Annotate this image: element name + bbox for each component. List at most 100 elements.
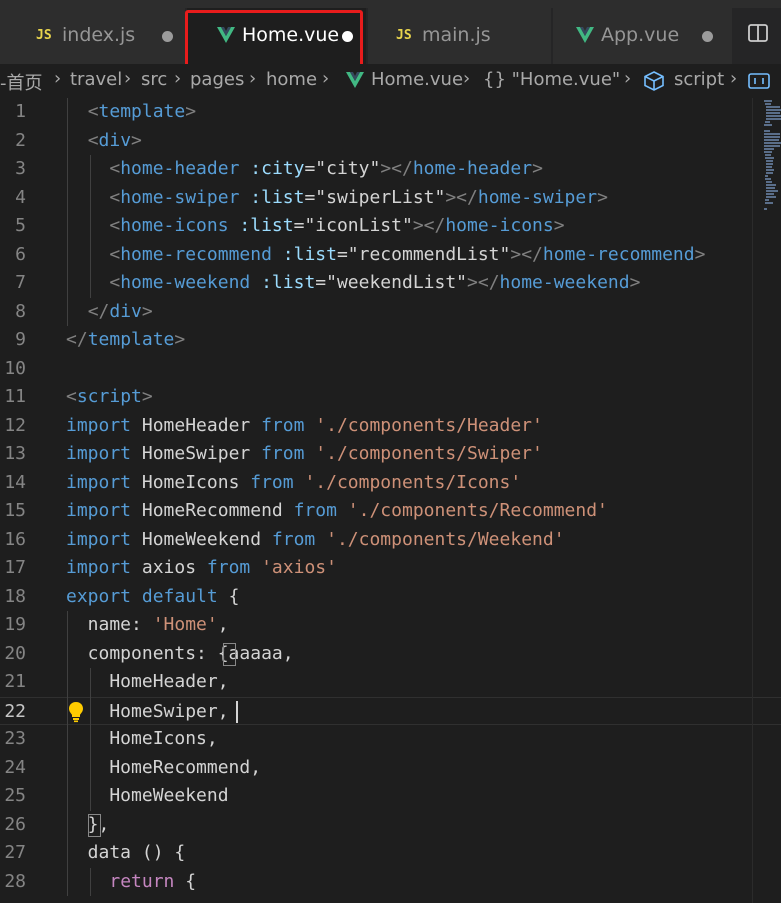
line-number: 26 [4,813,26,835]
code-token: return [109,870,175,892]
breadcrumb-item[interactable]: src [141,69,167,90]
code-line[interactable]: 25 HomeWeekend [0,782,781,811]
code-line[interactable]: 7 <home-weekend :list="weekendList"></ho… [0,269,781,298]
code-token: from [293,500,337,521]
code-line[interactable]: 16 import HomeWeekend from './components/… [0,526,781,555]
code-token: < [109,186,121,208]
code-token: > [141,386,153,407]
code-line[interactable]: 1 <template> [0,98,781,127]
lightbulb-icon[interactable] [68,701,84,728]
code-text: <home-header :city="city"></home-header> [66,158,543,179]
code-line[interactable]: 8 </div> [0,298,781,327]
code-line[interactable]: 6 <home-recommend :list="recommendList">… [0,241,781,270]
code-token: home-weekend [120,272,251,293]
line-number: 7 [15,272,26,293]
code-line[interactable]: 5 <home-icons :list="iconList"></home-ic… [0,212,781,241]
code-token: home-weekend [499,272,630,293]
line-number: 22 [4,700,26,722]
line-number: 25 [4,785,26,806]
code-token: home-header [120,158,240,179]
indent-guide [67,98,68,326]
code-text: <script> [66,386,153,407]
breadcrumb-item[interactable]: home [266,69,317,90]
chevron-right-icon: › [463,68,471,89]
code-line[interactable]: 2 <div> [0,127,781,156]
code-line[interactable]: 14 import HomeIcons from './components/Ic… [0,469,781,498]
unsaved-dot-icon[interactable] [702,31,713,42]
split-editor-icon[interactable] [748,24,768,42]
line-number: 9 [15,329,26,350]
code-token: from [250,471,294,493]
breadcrumb-item[interactable]: Home.vue [371,69,463,90]
code-line[interactable]: 24 HomeRecommend, [0,754,781,783]
breadcrumb-item[interactable]: travel [70,69,122,90]
tab-main-js[interactable]: JS main.js [368,8,552,64]
code-line[interactable]: 21 HomeHeader, [0,668,781,697]
code-line[interactable]: 27 data () { [0,839,781,868]
breadcrumb-item[interactable]: {} "Home.vue" [483,69,620,90]
breadcrumb-item[interactable]: -首页 [0,69,43,95]
code-line[interactable]: 3 <home-header :city="city"></home-heade… [0,155,781,184]
code-token: home-header [412,158,533,179]
tab-label: main.js [422,24,491,46]
code-text: import HomeRecommend from './components/… [66,500,608,521]
code-text: import HomeHeader from './components/Hea… [66,415,543,436]
chevron-right-icon: › [54,68,62,89]
tab-index-js[interactable]: JS index.js [0,8,186,64]
js-file-icon: JS [36,28,52,43]
line-number: 15 [4,500,26,521]
code-line[interactable]: 11 <script> [0,383,781,412]
code-line[interactable]: 12 import HomeHeader from './components/H… [0,412,781,441]
line-number: 13 [4,443,26,464]
code-text: import HomeIcons from './components/Icon… [66,472,521,493]
code-line[interactable]: 18 export default { [0,583,781,612]
code-token: script [76,386,142,407]
code-line[interactable]: 19 name: 'Home', [0,611,781,640]
code-editor[interactable]: 1 <template> 2 <div> 3 <home-header :city=… [0,98,781,903]
minimap[interactable] [760,98,781,228]
code-text: name: 'Home', [66,614,229,635]
code-line[interactable]: 20 components: {aaaaa, [0,640,781,669]
code-token: ></ [412,215,446,236]
code-text: <template> [66,101,196,122]
tab-app-vue[interactable]: App.vue [553,8,733,64]
line-number: 17 [4,557,26,578]
vue-file-icon [576,27,594,47]
code-token: = [304,186,316,208]
breadcrumb-item[interactable]: script [674,69,724,90]
line-number: 28 [4,870,26,892]
code-line[interactable]: 13 import HomeSwiper from './components/S… [0,440,781,469]
line-number: 3 [15,158,26,179]
vertical-scrollbar[interactable] [752,98,753,903]
code-line[interactable]: 26 }, [0,811,781,840]
code-line[interactable]: 9 </template> [0,326,781,355]
code-text: import HomeWeekend from './components/We… [66,529,565,550]
code-token: = [315,272,327,293]
code-line[interactable]: 23 HomeIcons, [0,725,781,754]
unsaved-dot-icon[interactable] [162,31,173,42]
code-line[interactable]: 22 HomeSwiper, [0,696,781,728]
code-text: return { [66,871,196,892]
code-token: < [66,386,77,407]
code-line[interactable]: 17 import axios from 'axios' [0,554,781,583]
code-line[interactable]: 4 <home-swiper :list="swiperList"></home… [0,184,781,213]
code-token: > [131,129,142,151]
line-number: 12 [4,414,26,436]
code-token: ></ [510,243,543,265]
code-line[interactable]: 15 import HomeRecommend from './component… [0,497,781,526]
code-text: components: {aaaaa, [66,643,294,664]
editor-tab-bar: JS index.js Home.vue JS main.js App.vue [0,0,781,64]
code-line[interactable]: 28 return { [0,868,781,897]
code-line[interactable]: 10 [0,355,781,384]
chevron-right-icon: › [730,68,738,89]
breadcrumb-item[interactable]: pages [190,69,244,90]
code-token: :list [239,215,294,236]
code-token: "recommendList" [347,243,511,265]
code-token: "iconList" [304,215,413,236]
